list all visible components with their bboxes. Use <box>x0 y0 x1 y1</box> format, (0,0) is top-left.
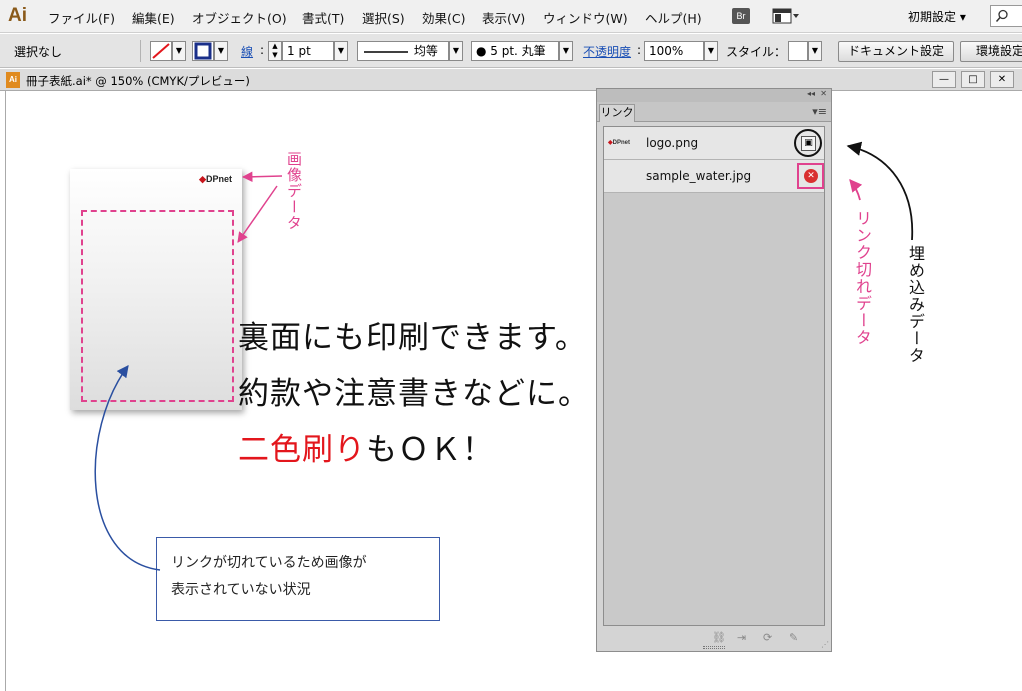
edit-original-icon[interactable]: ✎ <box>789 631 798 644</box>
panel-tab-row: リンク ▾≡ <box>597 102 831 122</box>
menu-help[interactable]: ヘルプ(H) <box>645 8 702 27</box>
link-name: sample_water.jpg <box>646 169 752 183</box>
resize-grip-icon[interactable]: ⋰ <box>821 640 829 649</box>
stroke-profile-label: 均等 <box>413 44 438 58</box>
dpnet-logo-text: DPnet <box>205 174 232 184</box>
search-icon <box>995 9 1008 22</box>
update-link-icon[interactable]: ⟳ <box>763 631 772 644</box>
note-box: リンクが切れているため画像が 表示されていない状況 <box>156 537 440 621</box>
logo-thumbnail: ◆DPnet <box>608 140 630 146</box>
selection-status: 選択なし <box>14 45 63 59</box>
menu-file[interactable]: ファイル(F) <box>48 8 115 27</box>
search-input[interactable] <box>990 5 1022 27</box>
style-swatch[interactable] <box>788 41 808 61</box>
menu-select[interactable]: 選択(S) <box>362 8 405 27</box>
menu-window[interactable]: ウィンドウ(W) <box>543 8 628 27</box>
menu-view[interactable]: 表示(V) <box>482 8 525 27</box>
relink-icon[interactable]: ⛓ <box>712 631 726 644</box>
stroke-weight-input[interactable]: 1 pt <box>282 41 334 61</box>
app-logo: Ai <box>8 5 27 26</box>
goto-link-icon[interactable]: ⇥ <box>737 631 746 644</box>
illustrator-file-icon: Ai <box>6 72 20 88</box>
menu-bar: Ai ファイル(F) 編集(E) オブジェクト(O) 書式(T) 選択(S) 効… <box>0 0 1022 33</box>
stroke-swatch[interactable] <box>192 41 214 61</box>
brush-dropdown[interactable]: ▼ <box>559 41 573 61</box>
red-text: 二色刷り <box>238 432 366 468</box>
stroke-panel-link[interactable]: 線 <box>241 43 253 60</box>
body-text-line-3[interactable]: 二色刷りもＯＫ！ <box>238 424 494 469</box>
opacity-panel-link[interactable]: 不透明度 <box>583 43 631 60</box>
brush-select[interactable]: ● 5 pt. 丸筆 <box>471 41 559 61</box>
bridge-icon[interactable]: Br <box>732 8 750 24</box>
opacity-dropdown[interactable]: ▼ <box>704 41 718 61</box>
document-settings-button[interactable]: ドキュメント設定 <box>838 41 954 62</box>
style-label: スタイル： <box>726 45 787 59</box>
stroke-line-icon <box>364 50 408 53</box>
menu-effect[interactable]: 効果(C) <box>422 8 465 27</box>
body-text-line-1[interactable]: 裏面にも印刷できます。 <box>238 312 587 357</box>
minimize-button[interactable]: — <box>932 71 956 88</box>
control-bar: 選択なし ▼ ▼ 線 : ▲ ▼ 1 pt ▼ 均等 ▼ ● 5 pt. 丸筆 ▼… <box>0 34 1022 68</box>
opacity-input[interactable]: 100% <box>644 41 704 61</box>
panel-drag-grip[interactable] <box>703 646 725 649</box>
embedded-annotation: 埋め込みデータ <box>906 245 925 364</box>
link-row-logo[interactable]: ◆DPnet logo.png ▣ <box>604 127 824 160</box>
image-data-annotation: 画像データ <box>285 151 303 231</box>
workspace-switcher[interactable]: 初期設定 ▾ <box>908 8 966 25</box>
black-text: もＯＫ！ <box>366 432 494 468</box>
missing-link-highlight-box <box>797 163 824 189</box>
panel-menu-icon[interactable]: ▾≡ <box>812 105 827 118</box>
link-row-sample-water[interactable]: sample_water.jpg ✕ <box>604 160 824 193</box>
link-name: logo.png <box>646 136 699 150</box>
close-panel-icon[interactable]: ✕ <box>820 89 827 98</box>
no-fill-icon <box>152 43 170 59</box>
menu-type[interactable]: 書式(T) <box>302 8 344 27</box>
broken-link-annotation: リンク切れデータ <box>853 210 872 346</box>
missing-image-frame[interactable] <box>81 210 234 402</box>
close-button[interactable]: ✕ <box>990 71 1014 88</box>
divider <box>140 40 141 62</box>
body-text-line-2[interactable]: 約款や注意書きなどに。 <box>238 368 590 413</box>
stroke-swatch-icon <box>194 42 212 60</box>
artboard-page[interactable]: ◆DPnet <box>70 169 242 410</box>
document-tab[interactable]: Ai 冊子表紙.ai* @ 150% (CMYK/プレビュー) — □ ✕ <box>0 69 1022 91</box>
document-title: 冊子表紙.ai* @ 150% (CMYK/プレビュー) <box>26 74 250 88</box>
logo-thumbnail-text: DPnet <box>612 140 630 146</box>
fill-swatch[interactable] <box>150 41 172 61</box>
embedded-highlight-circle <box>794 129 822 157</box>
colon-label: : <box>637 43 642 57</box>
tab-links[interactable]: リンク <box>599 104 635 122</box>
note-line-1: リンクが切れているため画像が <box>171 555 367 571</box>
stroke-dropdown[interactable]: ▼ <box>214 41 228 61</box>
stroke-weight-dropdown[interactable]: ▼ <box>334 41 348 61</box>
collapse-panel-icon[interactable]: ◂◂ <box>807 89 815 98</box>
arrange-documents-icon[interactable] <box>772 8 800 24</box>
colon-label: : <box>260 43 265 57</box>
links-panel: ◂◂ ✕ リンク ▾≡ ◆DPnet logo.png ▣ sample_wat… <box>596 88 832 652</box>
links-list: ◆DPnet logo.png ▣ sample_water.jpg ✕ <box>603 126 825 626</box>
preferences-button[interactable]: 環境設定 <box>960 41 1022 62</box>
menu-object[interactable]: オブジェクト(O) <box>192 8 287 27</box>
menu-edit[interactable]: 編集(E) <box>132 8 175 27</box>
style-dropdown[interactable]: ▼ <box>808 41 822 61</box>
dpnet-logo: ◆DPnet <box>199 174 232 184</box>
panel-header[interactable]: ◂◂ ✕ <box>597 89 831 102</box>
fill-dropdown[interactable]: ▼ <box>172 41 186 61</box>
stroke-weight-stepper[interactable]: ▲ ▼ <box>268 41 282 61</box>
note-line-2: 表示されていない状況 <box>171 582 311 598</box>
stroke-profile-dropdown[interactable]: ▼ <box>449 41 463 61</box>
stroke-profile-select[interactable]: 均等 <box>357 41 449 61</box>
maximize-button[interactable]: □ <box>961 71 985 88</box>
